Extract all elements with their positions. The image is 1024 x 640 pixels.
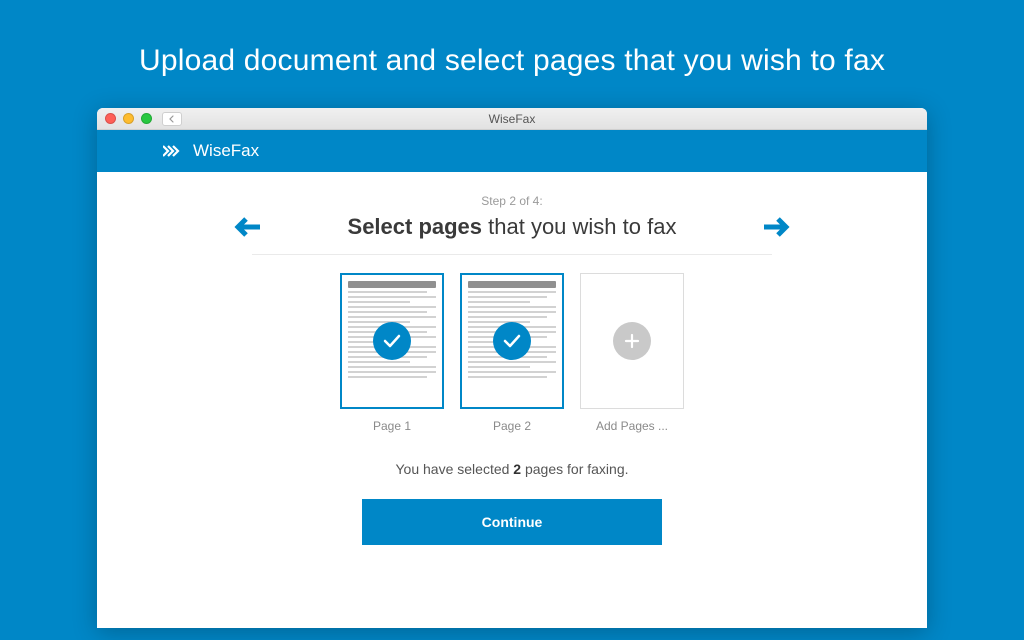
- arrow-right-icon: [760, 215, 790, 239]
- step-title-bold: Select pages: [348, 214, 483, 239]
- add-pages-card: Add Pages ...: [580, 273, 684, 433]
- summary-suffix: pages for faxing.: [521, 461, 628, 477]
- close-window-button[interactable]: [105, 113, 116, 124]
- page-card-1: Page 1: [340, 273, 444, 433]
- hero-title: Upload document and select pages that yo…: [0, 0, 1024, 108]
- pages-row: Page 1 Page: [97, 273, 927, 433]
- continue-button[interactable]: Continue: [362, 499, 662, 545]
- step-indicator: Step 2 of 4:: [97, 194, 927, 208]
- content-area: Step 2 of 4: Select pages that you wish …: [97, 172, 927, 545]
- prev-step-button[interactable]: [234, 215, 264, 239]
- maximize-window-button[interactable]: [141, 113, 152, 124]
- step-title-row: Select pages that you wish to fax: [97, 214, 927, 240]
- step-title-rest: that you wish to fax: [482, 214, 676, 239]
- chevron-left-icon: [168, 115, 176, 123]
- minimize-window-button[interactable]: [123, 113, 134, 124]
- page-card-2: Page 2: [460, 273, 564, 433]
- arrow-left-icon: [234, 215, 264, 239]
- add-pages-label: Add Pages ...: [580, 419, 684, 433]
- add-pages-button[interactable]: [580, 273, 684, 409]
- app-window: WiseFax WiseFax Step 2 of 4: Select p: [97, 108, 927, 628]
- window-title: WiseFax: [97, 112, 927, 126]
- summary-count: 2: [513, 461, 521, 477]
- selection-summary: You have selected 2 pages for faxing.: [97, 461, 927, 477]
- brand-name: WiseFax: [193, 141, 259, 161]
- brand-logo-icon: [163, 144, 185, 158]
- step-title: Select pages that you wish to fax: [348, 214, 677, 240]
- traffic-lights: [105, 113, 152, 124]
- page-thumb-1[interactable]: [340, 273, 444, 409]
- nav-back-button[interactable]: [162, 112, 182, 126]
- selected-check-icon: [493, 322, 531, 360]
- summary-prefix: You have selected: [396, 461, 514, 477]
- next-step-button[interactable]: [760, 215, 790, 239]
- page-label: Page 1: [340, 419, 444, 433]
- brand: WiseFax: [163, 141, 259, 161]
- window-chrome: WiseFax: [97, 108, 927, 130]
- page-label: Page 2: [460, 419, 564, 433]
- page-thumb-2[interactable]: [460, 273, 564, 409]
- divider: [252, 254, 772, 255]
- app-header: WiseFax: [97, 130, 927, 172]
- selected-check-icon: [373, 322, 411, 360]
- plus-icon: [613, 322, 651, 360]
